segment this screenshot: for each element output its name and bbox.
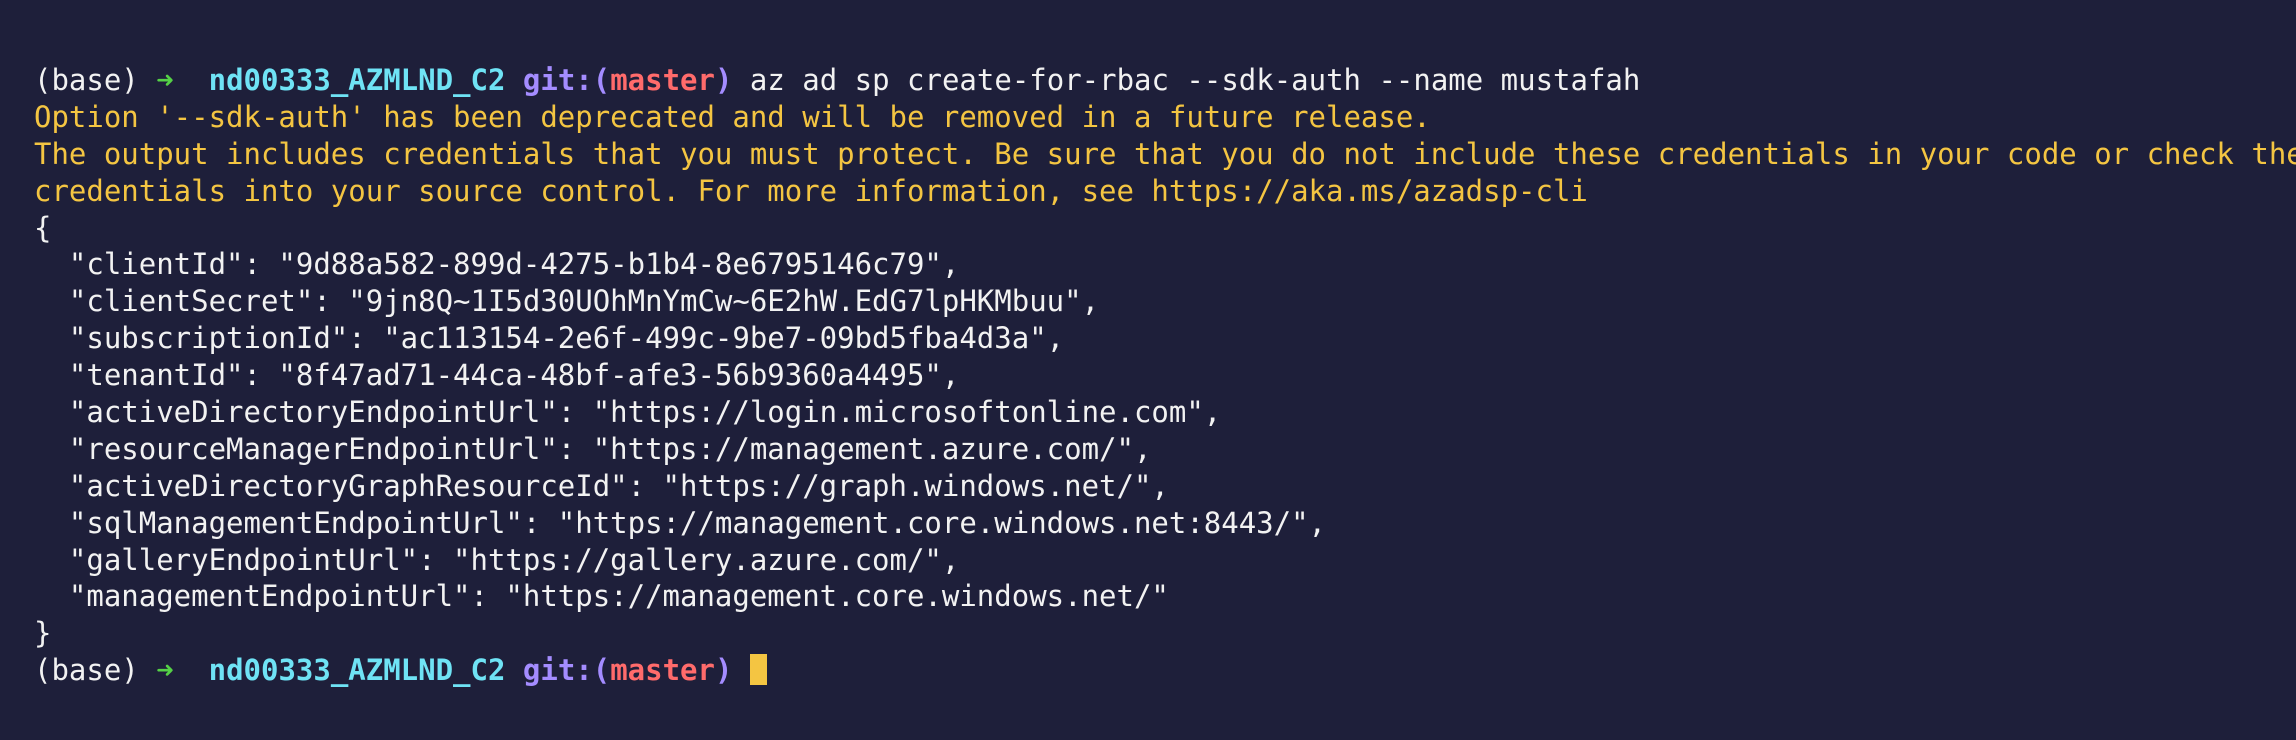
json-line: "clientSecret": "9jn8Q~1I5d30UOhMnYmCw~6… [34, 284, 1100, 319]
conda-env-label: (base) [34, 63, 139, 97]
prompt-arrow-icon: ➜ [156, 63, 174, 97]
json-line: "galleryEndpointUrl": "https://gallery.a… [34, 542, 960, 577]
prompt-arrow-icon: ➜ [156, 653, 174, 688]
prompt-line-input[interactable]: (base) ➜ nd00333_AZMLND_C2 git:(master) [34, 652, 2296, 689]
json-open-brace: { [34, 210, 52, 245]
json-line: "managementEndpointUrl": "https://manage… [34, 579, 1169, 614]
warning-line: credentials into your source control. Fo… [34, 173, 1588, 208]
conda-env-label: (base) [34, 653, 139, 688]
terminal-window[interactable]: (base) ➜ nd00333_AZMLND_C2 git:(master) … [34, 62, 2296, 740]
json-line: "clientId": "9d88a582-899d-4275-b1b4-8e6… [34, 247, 960, 282]
json-line: "activeDirectoryGraphResourceId": "https… [34, 468, 1169, 503]
git-branch: master [610, 653, 715, 688]
warning-line: The output includes credentials that you… [34, 136, 2296, 171]
git-suffix: ) [714, 653, 733, 688]
json-close-brace: } [34, 616, 52, 651]
text-cursor[interactable] [749, 654, 767, 686]
warning-line: Option '--sdk-auth' has been deprecated … [34, 99, 1431, 134]
json-line: "subscriptionId": "ac113154-2e6f-499c-9b… [34, 321, 1065, 356]
json-line: "tenantId": "8f47ad71-44ca-48bf-afe3-56b… [34, 358, 960, 393]
prompt-line-command: (base) ➜ nd00333_AZMLND_C2 git:(master) … [34, 62, 2296, 99]
git-prefix: git:( [522, 653, 611, 688]
git-prefix: git:( [522, 63, 611, 97]
git-branch: master [610, 63, 715, 97]
current-directory: nd00333_AZMLND_C2 [208, 653, 506, 688]
json-line: "sqlManagementEndpointUrl": "https://man… [34, 505, 1327, 540]
json-line: "activeDirectoryEndpointUrl": "https://l… [34, 395, 1222, 430]
entered-command: az ad sp create-for-rbac --sdk-auth --na… [749, 63, 1641, 97]
current-directory: nd00333_AZMLND_C2 [208, 63, 506, 97]
git-suffix: ) [714, 63, 733, 97]
json-line: "resourceManagerEndpointUrl": "https://m… [34, 431, 1152, 466]
